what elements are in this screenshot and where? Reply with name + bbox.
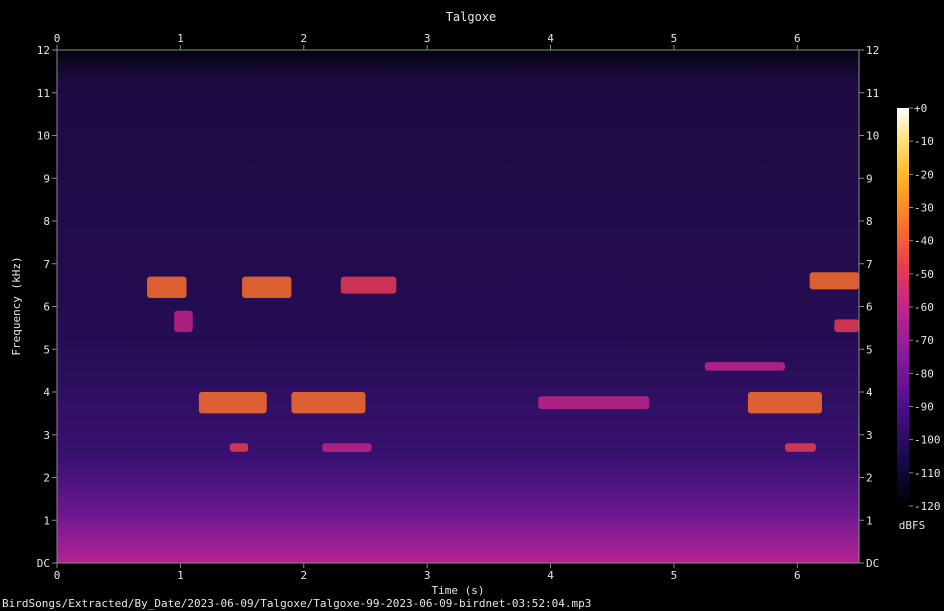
syllable-14: [784, 443, 816, 452]
syllable-10: [704, 362, 785, 371]
colorbar-tick-label: -90: [914, 401, 934, 414]
colorbar: [897, 108, 909, 506]
y-tick-label-right: 2: [866, 472, 873, 485]
y-axis-label: Frequency (kHz): [10, 256, 23, 355]
y-tick-label-right: 12: [866, 44, 879, 57]
syllable-13: [834, 319, 859, 333]
y-tick-label: 8: [43, 215, 50, 228]
syllable-5: [340, 276, 397, 294]
y-tick-label: 3: [43, 429, 50, 442]
y-tick-label-right: 10: [866, 130, 879, 143]
y-tick-label-right: 1: [866, 514, 873, 527]
x-tick-label-top: 3: [424, 32, 431, 45]
x-tick-label: 3: [424, 569, 431, 582]
y-tick-label-right: 11: [866, 87, 879, 100]
x-tick-label-top: 5: [671, 32, 678, 45]
x-axis-bottom: 0 1 2 3 4 5 6: [54, 563, 801, 582]
syllable-12: [809, 272, 859, 290]
plot-background: [57, 50, 859, 563]
x-axis-label: Time (s): [432, 584, 485, 597]
y-tick-label-right: 7: [866, 258, 873, 271]
syllable-11: [747, 392, 822, 414]
x-tick-label-top: 4: [547, 32, 554, 45]
y-tick-label: 11: [37, 87, 50, 100]
x-tick-label: 5: [671, 569, 678, 582]
colorbar-tick-label: -50: [914, 268, 934, 281]
syllable-3: [242, 276, 292, 298]
x-tick-label: 2: [300, 569, 307, 582]
y-axis-right: DC123456789101112: [859, 44, 879, 570]
spectrogram-figure: Talgoxe 0123456 0123456 DC12345678910111…: [2, 10, 941, 610]
y-tick-label-right: 4: [866, 386, 873, 399]
colorbar-tick-label: -30: [914, 202, 934, 215]
syllable-6: [174, 310, 193, 333]
colorbar-tick-label: -120: [914, 500, 941, 513]
colorbar-tick-label: -70: [914, 334, 934, 347]
syllable-1: [147, 276, 187, 298]
y-tick-label: 12: [37, 44, 50, 57]
y-tick-label: 1: [43, 514, 50, 527]
colorbar-ticks: +0 -10 -20 -30 -40 -50 -60 -70 -80 -90 -100 -110 -12…: [909, 102, 941, 513]
y-tick-label: 5: [43, 343, 50, 356]
x-tick-label-top: 6: [794, 32, 801, 45]
file-path: BirdSongs/Extracted/By_Date/2023-06-09/T…: [2, 597, 591, 610]
y-tick-label: 7: [43, 258, 50, 271]
colorbar-tick-label: -60: [914, 301, 934, 314]
y-tick-label-right: 8: [866, 215, 873, 228]
y-tick-label-right: 6: [866, 301, 873, 314]
y-axis-left: DC123456789101112: [37, 44, 57, 570]
y-tick-label: DC: [37, 557, 50, 570]
syllable-2: [198, 392, 267, 414]
colorbar-tick-label: -10: [914, 135, 934, 148]
x-axis-top: 0 1 2 3 4 5 6: [54, 32, 801, 50]
y-tick-label-right: 5: [866, 343, 873, 356]
colorbar-tick-label: -100: [914, 434, 941, 447]
syllable-4: [291, 392, 366, 414]
x-tick-label-top: 2: [300, 32, 307, 45]
colorbar-tick-label: +0: [914, 102, 927, 115]
y-tick-label: 6: [43, 301, 50, 314]
colorbar-tick-label: -80: [914, 367, 934, 380]
y-tick-label-right: 3: [866, 429, 873, 442]
colorbar-tick-label: -20: [914, 168, 934, 181]
x-tick-label: 0: [54, 569, 61, 582]
colorbar-tick-label: -40: [914, 235, 934, 248]
syllable-8: [322, 443, 372, 452]
y-tick-label: 4: [43, 386, 50, 399]
y-tick-label: 2: [43, 472, 50, 485]
y-tick-label: 9: [43, 172, 50, 185]
y-tick-label: 10: [37, 130, 50, 143]
x-tick-label: 1: [177, 569, 184, 582]
y-tick-label-right: DC: [866, 557, 879, 570]
chart-title: Talgoxe: [446, 10, 497, 24]
x-tick-label-top: 0: [54, 32, 61, 45]
x-tick-label: 6: [794, 569, 801, 582]
syllable-7: [229, 443, 249, 452]
colorbar-label: dBFS: [899, 519, 926, 532]
x-tick-label-top: 1: [177, 32, 184, 45]
y-tick-label-right: 9: [866, 172, 873, 185]
syllable-9: [538, 396, 650, 410]
colorbar-tick-label: -110: [914, 467, 941, 480]
x-tick-label: 4: [547, 569, 554, 582]
